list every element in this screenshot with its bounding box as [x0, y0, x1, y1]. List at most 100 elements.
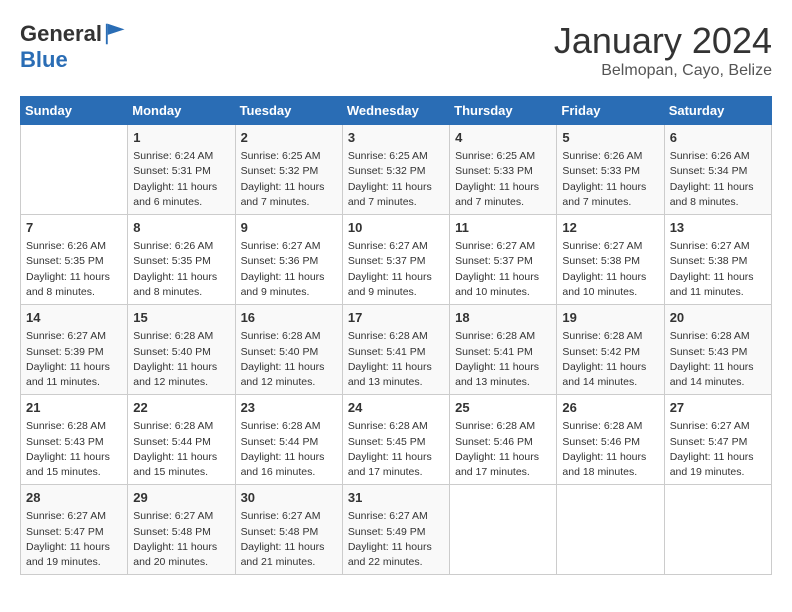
header-wednesday: Wednesday — [342, 97, 449, 125]
calendar-cell: 30 Sunrise: 6:27 AMSunset: 5:48 PMDayligh… — [235, 485, 342, 575]
week-row-1: 1 Sunrise: 6:24 AMSunset: 5:31 PMDaylight… — [21, 125, 772, 215]
day-info: Sunrise: 6:27 AMSunset: 5:38 PMDaylight:… — [562, 239, 658, 300]
week-row-2: 7 Sunrise: 6:26 AMSunset: 5:35 PMDaylight… — [21, 215, 772, 305]
calendar-cell — [664, 485, 771, 575]
day-info: Sunrise: 6:28 AMSunset: 5:40 PMDaylight:… — [133, 329, 229, 390]
calendar-cell: 5 Sunrise: 6:26 AMSunset: 5:33 PMDaylight… — [557, 125, 664, 215]
calendar-cell: 26 Sunrise: 6:28 AMSunset: 5:46 PMDayligh… — [557, 395, 664, 485]
day-info: Sunrise: 6:28 AMSunset: 5:46 PMDaylight:… — [562, 419, 658, 480]
day-info: Sunrise: 6:28 AMSunset: 5:44 PMDaylight:… — [241, 419, 337, 480]
calendar-cell: 2 Sunrise: 6:25 AMSunset: 5:32 PMDaylight… — [235, 125, 342, 215]
day-number: 4 — [455, 129, 551, 147]
calendar-cell: 13 Sunrise: 6:27 AMSunset: 5:38 PMDayligh… — [664, 215, 771, 305]
day-number: 30 — [241, 489, 337, 507]
day-number: 25 — [455, 399, 551, 417]
day-number: 2 — [241, 129, 337, 147]
day-number: 20 — [670, 309, 766, 327]
calendar-cell: 9 Sunrise: 6:27 AMSunset: 5:36 PMDaylight… — [235, 215, 342, 305]
day-number: 24 — [348, 399, 444, 417]
day-number: 17 — [348, 309, 444, 327]
day-number: 9 — [241, 219, 337, 237]
day-info: Sunrise: 6:25 AMSunset: 5:32 PMDaylight:… — [241, 149, 337, 210]
day-number: 18 — [455, 309, 551, 327]
calendar-cell: 19 Sunrise: 6:28 AMSunset: 5:42 PMDayligh… — [557, 305, 664, 395]
calendar-cell: 28Sunrise: 6:27 AMSunset: 5:47 PMDayligh… — [21, 485, 128, 575]
day-info: Sunrise: 6:27 AMSunset: 5:37 PMDaylight:… — [348, 239, 444, 300]
calendar-cell: 18 Sunrise: 6:28 AMSunset: 5:41 PMDayligh… — [450, 305, 557, 395]
calendar-cell: 4Sunrise: 6:25 AMSunset: 5:33 PMDaylight… — [450, 125, 557, 215]
calendar-cell: 3Sunrise: 6:25 AMSunset: 5:32 PMDaylight… — [342, 125, 449, 215]
location-text: Belmopan, Cayo, Belize — [554, 62, 772, 80]
calendar-cell: 8 Sunrise: 6:26 AMSunset: 5:35 PMDaylight… — [128, 215, 235, 305]
day-info: Sunrise: 6:27 AMSunset: 5:48 PMDaylight:… — [133, 509, 229, 570]
day-number: 28 — [26, 489, 122, 507]
day-info: Sunrise: 6:27 AMSunset: 5:49 PMDaylight:… — [348, 509, 444, 570]
calendar-cell: 24 Sunrise: 6:28 AMSunset: 5:45 PMDayligh… — [342, 395, 449, 485]
header-tuesday: Tuesday — [235, 97, 342, 125]
day-number: 22 — [133, 399, 229, 417]
calendar-cell: 16Sunrise: 6:28 AMSunset: 5:40 PMDayligh… — [235, 305, 342, 395]
day-info: Sunrise: 6:27 AMSunset: 5:39 PMDaylight:… — [26, 329, 122, 390]
day-info: Sunrise: 6:27 AMSunset: 5:47 PMDaylight:… — [670, 419, 766, 480]
calendar-cell — [450, 485, 557, 575]
calendar-cell: 15 Sunrise: 6:28 AMSunset: 5:40 PMDayligh… — [128, 305, 235, 395]
calendar-cell: 29 Sunrise: 6:27 AMSunset: 5:48 PMDayligh… — [128, 485, 235, 575]
day-number: 5 — [562, 129, 658, 147]
calendar-cell: 25 Sunrise: 6:28 AMSunset: 5:46 PMDayligh… — [450, 395, 557, 485]
day-number: 27 — [670, 399, 766, 417]
day-number: 11 — [455, 219, 551, 237]
header-monday: Monday — [128, 97, 235, 125]
day-number: 23 — [241, 399, 337, 417]
day-info: Sunrise: 6:28 AMSunset: 5:43 PMDaylight:… — [670, 329, 766, 390]
day-number: 6 — [670, 129, 766, 147]
day-info: Sunrise: 6:28 AMSunset: 5:42 PMDaylight:… — [562, 329, 658, 390]
title-section: January 2024 Belmopan, Cayo, Belize — [554, 20, 772, 80]
logo-general-text: General — [20, 22, 102, 46]
logo-flag-icon — [104, 20, 132, 48]
calendar-cell: 22 Sunrise: 6:28 AMSunset: 5:44 PMDayligh… — [128, 395, 235, 485]
day-info: Sunrise: 6:27 AMSunset: 5:37 PMDaylight:… — [455, 239, 551, 300]
day-info: Sunrise: 6:28 AMSunset: 5:44 PMDaylight:… — [133, 419, 229, 480]
calendar-cell: 7 Sunrise: 6:26 AMSunset: 5:35 PMDaylight… — [21, 215, 128, 305]
calendar-cell: 6 Sunrise: 6:26 AMSunset: 5:34 PMDaylight… — [664, 125, 771, 215]
header-sunday: Sunday — [21, 97, 128, 125]
day-info: Sunrise: 6:24 AMSunset: 5:31 PMDaylight:… — [133, 149, 229, 210]
calendar-cell: 14 Sunrise: 6:27 AMSunset: 5:39 PMDayligh… — [21, 305, 128, 395]
day-number: 15 — [133, 309, 229, 327]
calendar-cell: 17 Sunrise: 6:28 AMSunset: 5:41 PMDayligh… — [342, 305, 449, 395]
day-number: 7 — [26, 219, 122, 237]
day-info: Sunrise: 6:28 AMSunset: 5:41 PMDaylight:… — [455, 329, 551, 390]
page-header: General Blue January 2024 Belmopan, Cayo… — [20, 20, 772, 80]
day-number: 8 — [133, 219, 229, 237]
day-info: Sunrise: 6:27 AMSunset: 5:48 PMDaylight:… — [241, 509, 337, 570]
day-number: 13 — [670, 219, 766, 237]
calendar-cell: 12Sunrise: 6:27 AMSunset: 5:38 PMDayligh… — [557, 215, 664, 305]
day-number: 10 — [348, 219, 444, 237]
day-info: Sunrise: 6:26 AMSunset: 5:34 PMDaylight:… — [670, 149, 766, 210]
calendar-table: SundayMondayTuesdayWednesdayThursdayFrid… — [20, 96, 772, 575]
week-row-5: 28Sunrise: 6:27 AMSunset: 5:47 PMDayligh… — [21, 485, 772, 575]
day-number: 26 — [562, 399, 658, 417]
day-info: Sunrise: 6:28 AMSunset: 5:45 PMDaylight:… — [348, 419, 444, 480]
day-info: Sunrise: 6:27 AMSunset: 5:36 PMDaylight:… — [241, 239, 337, 300]
day-info: Sunrise: 6:26 AMSunset: 5:35 PMDaylight:… — [26, 239, 122, 300]
calendar-body: 1 Sunrise: 6:24 AMSunset: 5:31 PMDaylight… — [21, 125, 772, 575]
day-number: 19 — [562, 309, 658, 327]
day-info: Sunrise: 6:27 AMSunset: 5:38 PMDaylight:… — [670, 239, 766, 300]
calendar-cell: 31Sunrise: 6:27 AMSunset: 5:49 PMDayligh… — [342, 485, 449, 575]
day-info: Sunrise: 6:28 AMSunset: 5:43 PMDaylight:… — [26, 419, 122, 480]
week-row-4: 21Sunrise: 6:28 AMSunset: 5:43 PMDayligh… — [21, 395, 772, 485]
header-thursday: Thursday — [450, 97, 557, 125]
day-info: Sunrise: 6:25 AMSunset: 5:32 PMDaylight:… — [348, 149, 444, 210]
day-number: 14 — [26, 309, 122, 327]
day-info: Sunrise: 6:28 AMSunset: 5:46 PMDaylight:… — [455, 419, 551, 480]
day-info: Sunrise: 6:26 AMSunset: 5:33 PMDaylight:… — [562, 149, 658, 210]
day-number: 1 — [133, 129, 229, 147]
day-number: 29 — [133, 489, 229, 507]
calendar-cell — [21, 125, 128, 215]
day-info: Sunrise: 6:28 AMSunset: 5:41 PMDaylight:… — [348, 329, 444, 390]
day-info: Sunrise: 6:26 AMSunset: 5:35 PMDaylight:… — [133, 239, 229, 300]
day-info: Sunrise: 6:28 AMSunset: 5:40 PMDaylight:… — [241, 329, 337, 390]
calendar-cell: 21Sunrise: 6:28 AMSunset: 5:43 PMDayligh… — [21, 395, 128, 485]
calendar-cell — [557, 485, 664, 575]
